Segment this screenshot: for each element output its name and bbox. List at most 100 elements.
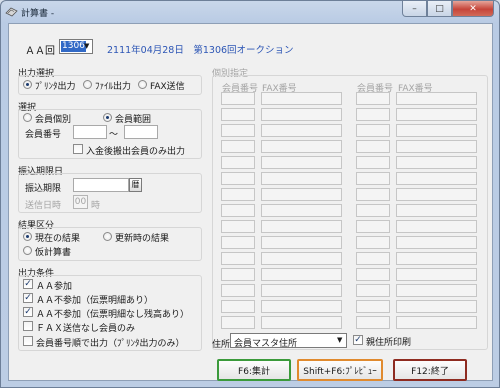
fax-cell-left[interactable] [261, 124, 342, 137]
parent-address-print-checkbox[interactable]: ✓ [353, 335, 363, 345]
fax-cell-left[interactable] [261, 268, 342, 281]
member-cell-right[interactable] [356, 108, 390, 121]
fax-cell-right[interactable] [396, 284, 477, 297]
member-cell-right[interactable] [356, 268, 390, 281]
calendar-button[interactable]: 暦 [129, 178, 142, 192]
member-cell-left[interactable] [221, 108, 255, 121]
cond-aa-absent-balance-checkbox[interactable]: ✓ [23, 307, 33, 317]
member-cell-right[interactable] [356, 252, 390, 265]
deposit-only-checkbox[interactable] [73, 144, 83, 154]
fax-cell-left[interactable] [261, 92, 342, 105]
member-cell-left[interactable] [221, 140, 255, 153]
cond-aa-join-label: ＡＡ参加 [36, 282, 73, 292]
member-cell-left[interactable] [221, 268, 255, 281]
member-cell-left[interactable] [221, 204, 255, 217]
radio-update-result[interactable] [103, 232, 112, 241]
fax-cell-right[interactable] [396, 220, 477, 233]
member-cell-left[interactable] [221, 156, 255, 169]
fax-cell-left[interactable] [261, 188, 342, 201]
radio-current-result[interactable] [23, 232, 32, 241]
member-cell-right[interactable] [356, 140, 390, 153]
fax-cell-right[interactable] [396, 316, 477, 329]
cond-aa-join-checkbox[interactable]: ✓ [23, 279, 33, 289]
member-cell-right[interactable] [356, 188, 390, 201]
radio-provisional-label: 仮計算書 [35, 248, 72, 258]
maximize-button[interactable]: □ [427, 1, 452, 17]
member-cell-right[interactable] [356, 236, 390, 249]
deadline-label: 振込期限 [25, 184, 62, 194]
member-cell-right[interactable] [356, 124, 390, 137]
minimize-button[interactable]: – [402, 1, 427, 17]
member-cell-right[interactable] [356, 156, 390, 169]
member-number-from-input[interactable] [73, 125, 107, 139]
fax-cell-left[interactable] [261, 316, 342, 329]
fax-cell-left[interactable] [261, 236, 342, 249]
member-cell-left[interactable] [221, 316, 255, 329]
member-cell-left[interactable] [221, 236, 255, 249]
member-cell-left[interactable] [221, 300, 255, 313]
radio-member-individual[interactable] [23, 113, 32, 122]
fax-cell-right[interactable] [396, 172, 477, 185]
fax-cell-left[interactable] [261, 140, 342, 153]
deposit-only-label: 入金後搬出会員のみ出力 [86, 147, 186, 157]
member-cell-left[interactable] [221, 172, 255, 185]
fax-cell-left[interactable] [261, 252, 342, 265]
fax-cell-right[interactable] [396, 236, 477, 249]
close-button[interactable]: ✕ [452, 1, 494, 17]
caption-buttons: – □ ✕ [402, 1, 494, 18]
send-hour-input[interactable]: 00 [73, 195, 88, 209]
fax-cell-left[interactable] [261, 156, 342, 169]
fax-cell-left[interactable] [261, 172, 342, 185]
fax-cell-right[interactable] [396, 204, 477, 217]
fax-cell-right[interactable] [396, 92, 477, 105]
chevron-down-icon: ▼ [337, 336, 343, 344]
fax-cell-left[interactable] [261, 108, 342, 121]
cond-no-fax-checkbox[interactable] [23, 321, 33, 331]
fax-cell-right[interactable] [396, 156, 477, 169]
radio-file[interactable] [83, 80, 92, 89]
radio-fax[interactable] [138, 80, 147, 89]
member-cell-right[interactable] [356, 284, 390, 297]
cond-aa-absent-detail-checkbox[interactable]: ✓ [23, 293, 33, 303]
radio-update-result-label: 更新時の結果 [115, 234, 170, 244]
member-cell-left[interactable] [221, 124, 255, 137]
member-cell-right[interactable] [356, 316, 390, 329]
fax-cell-right[interactable] [396, 300, 477, 313]
radio-printer[interactable] [23, 80, 32, 89]
member-cell-right[interactable] [356, 172, 390, 185]
fax-cell-left[interactable] [261, 220, 342, 233]
range-tilde: ～ [109, 130, 119, 140]
member-cell-left[interactable] [221, 92, 255, 105]
radio-member-range[interactable] [103, 113, 112, 122]
member-cell-right[interactable] [356, 300, 390, 313]
fax-cell-right[interactable] [396, 140, 477, 153]
f12-exit-button[interactable]: F12:終了 [393, 359, 467, 381]
member-cell-right[interactable] [356, 92, 390, 105]
member-number-to-input[interactable] [124, 125, 158, 139]
fax-cell-right[interactable] [396, 188, 477, 201]
member-cell-left[interactable] [221, 220, 255, 233]
f6-summary-button[interactable]: F6:集計 [217, 359, 291, 381]
app-window: 計算書 - – □ ✕ ＡＡ回 1306 ▼ 2111年04月28日 第1306… [0, 0, 500, 388]
fax-cell-right[interactable] [396, 252, 477, 265]
maximize-icon: □ [435, 3, 444, 14]
member-cell-right[interactable] [356, 204, 390, 217]
fax-cell-right[interactable] [396, 108, 477, 121]
radio-provisional[interactable] [23, 246, 32, 255]
fax-cell-right[interactable] [396, 268, 477, 281]
shift-f6-preview-button[interactable]: Shift+F6:ﾌﾟﾚﾋﾞｭｰ [297, 359, 383, 381]
fax-cell-right[interactable] [396, 124, 477, 137]
aa-round-select[interactable]: 1306 ▼ [59, 39, 93, 54]
fax-cell-left[interactable] [261, 284, 342, 297]
member-cell-right[interactable] [356, 220, 390, 233]
deadline-input[interactable] [73, 178, 129, 192]
title-bar[interactable]: 計算書 - – □ ✕ [1, 1, 499, 23]
member-cell-left[interactable] [221, 284, 255, 297]
cond-member-order-checkbox[interactable] [23, 336, 33, 346]
member-cell-left[interactable] [221, 188, 255, 201]
fax-cell-left[interactable] [261, 300, 342, 313]
address-select[interactable]: 会員マスタ住所 ▼ [230, 333, 347, 349]
member-cell-left[interactable] [221, 252, 255, 265]
aa-round-value: 1306 [61, 41, 86, 52]
fax-cell-left[interactable] [261, 204, 342, 217]
